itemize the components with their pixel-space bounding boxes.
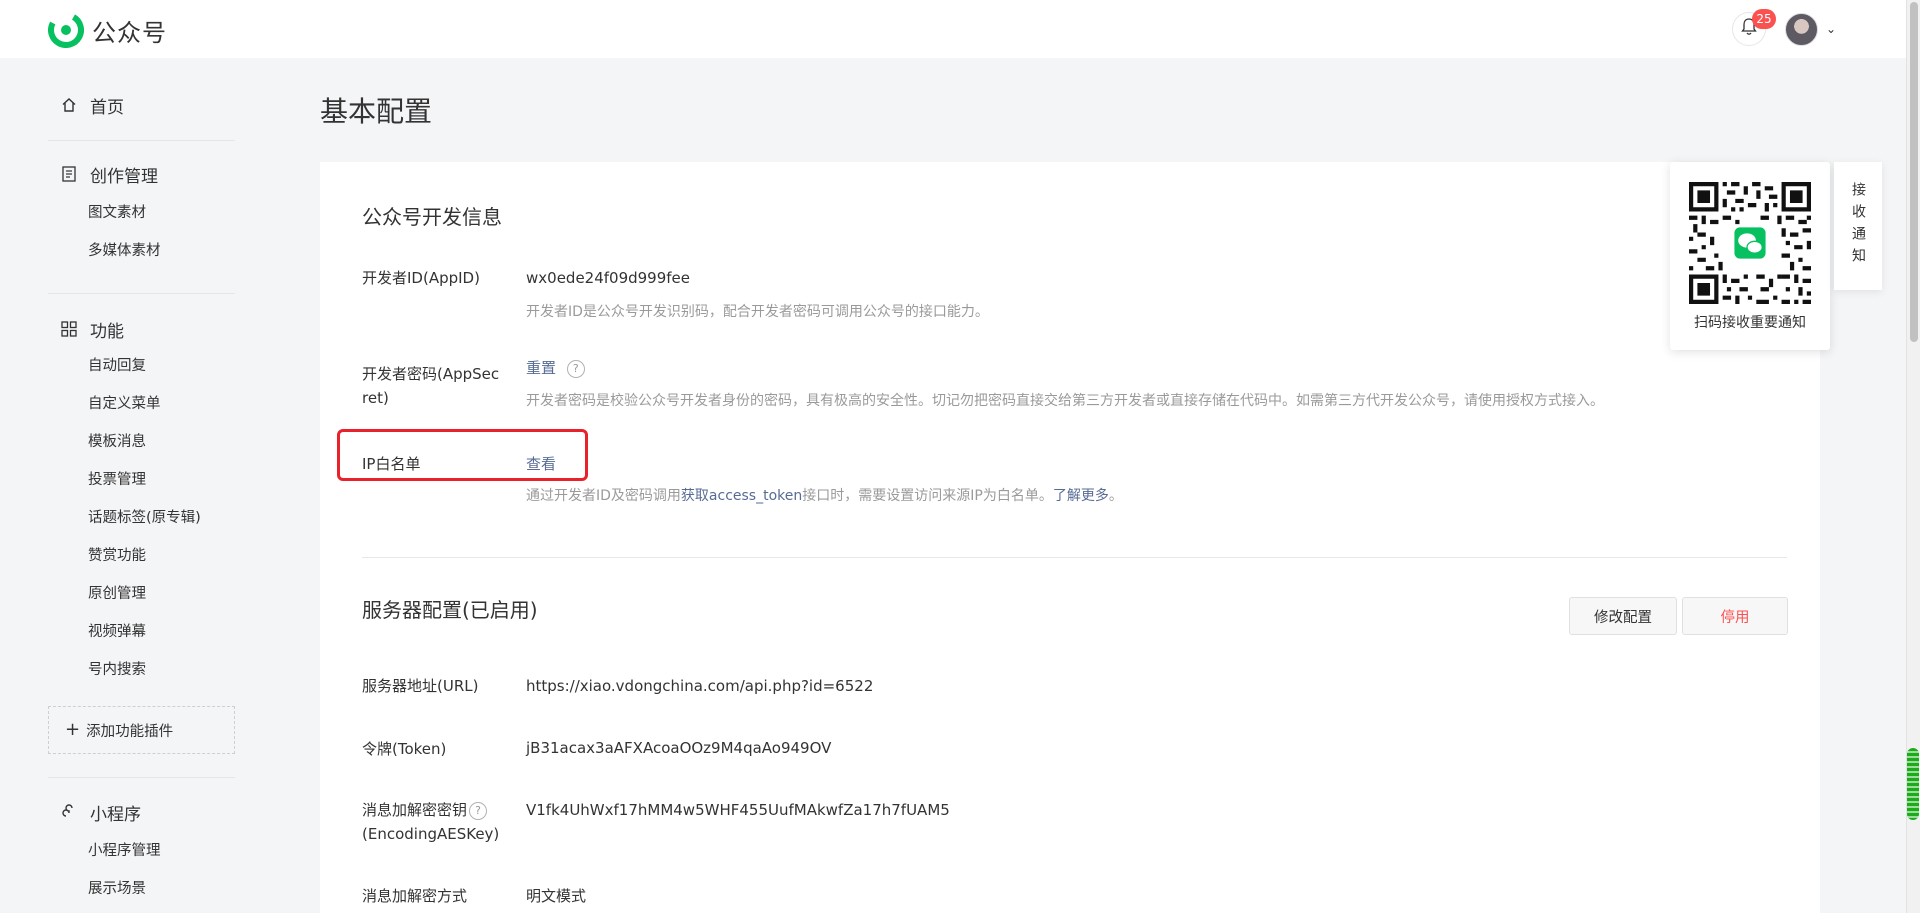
sidebar-item-miniprogram-manage[interactable]: 小程序管理: [48, 832, 235, 870]
sidebar-item-label: 创作管理: [90, 166, 158, 187]
sidebar-item-image-text[interactable]: 图文素材: [48, 194, 235, 232]
sidebar-item-features[interactable]: 功能: [48, 313, 235, 345]
sidebar-item-auto-reply[interactable]: 自动回复: [48, 347, 235, 385]
sidebar-item-danmaku[interactable]: 视频弹幕: [48, 613, 235, 651]
grid-icon: [60, 320, 78, 338]
sidebar-item-vote[interactable]: 投票管理: [48, 461, 235, 499]
logo[interactable]: 公众号: [48, 12, 167, 48]
appid-description: 开发者ID是公众号开发识别码，配合开发者密码可调用公众号的接口能力。: [526, 304, 989, 320]
sidebar-group-miniprogram: 小程序 小程序管理 展示场景: [48, 796, 235, 908]
appid-value: wx0ede24f09d999fee: [526, 269, 691, 287]
section-divider: [362, 557, 1787, 558]
help-icon[interactable]: ?: [566, 359, 585, 378]
avatar[interactable]: [1785, 13, 1818, 46]
disable-button[interactable]: 停用: [1682, 597, 1788, 635]
reset-secret-link[interactable]: 重置: [526, 359, 556, 377]
document-icon: [60, 165, 78, 183]
sidebar-group-home: 首页: [48, 89, 235, 121]
sidebar-item-custom-menu[interactable]: 自定义菜单: [48, 385, 235, 423]
help-icon[interactable]: ?: [469, 801, 488, 820]
page-title: 基本配置: [320, 95, 433, 128]
appsecret-label: 开发者密码(AppSec ret): [362, 362, 499, 410]
sidebar-item-media[interactable]: 多媒体素材: [48, 232, 235, 270]
qr-card: 扫码接收重要通知: [1670, 162, 1830, 350]
sidebar-item-label: 小程序: [90, 804, 141, 825]
aes-key-label-line: 消息加解密密钥?: [362, 798, 499, 822]
ip-whitelist-description: 通过开发者ID及密码调用获取access_token接口时，需要设置访问来源IP…: [526, 486, 1123, 506]
sidebar-item-search[interactable]: 号内搜索: [48, 651, 235, 689]
server-config-title: 服务器配置(已启用): [362, 598, 538, 622]
token-value: jB31acax3aAFXAcoaOOz9M4qaAo949OV: [526, 739, 832, 757]
appsecret-label-line: ret): [362, 389, 389, 407]
sidebar-group-features: 功能 自动回复 自定义菜单 模板消息 投票管理 话题标签(原专辑) 赞赏功能 原…: [48, 313, 235, 689]
sidebar-item-create[interactable]: 创作管理: [48, 158, 235, 190]
sidebar-item-label: 首页: [90, 97, 124, 118]
app-name: 公众号: [92, 18, 167, 47]
home-icon: [60, 96, 78, 114]
sidebar-group-create: 创作管理 图文素材 多媒体素材: [48, 158, 235, 270]
sidebar-item-original[interactable]: 原创管理: [48, 575, 235, 613]
aes-key-label-text: 消息加解密密钥: [362, 801, 468, 819]
receive-notice-tab[interactable]: 接收通知: [1834, 162, 1882, 290]
sidebar-item-label: 功能: [90, 321, 124, 342]
sidebar-item-display-scenes[interactable]: 展示场景: [48, 870, 235, 908]
ip-desc-text: 。: [1108, 488, 1123, 504]
sidebar-divider: [48, 293, 235, 294]
ip-desc-text: 接口时，需要设置访问来源IP为白名单。: [802, 488, 1053, 504]
ip-whitelist-view-link[interactable]: 查看: [526, 455, 556, 473]
learn-more-link[interactable]: 了解更多: [1053, 488, 1109, 504]
encryption-mode-value: 明文模式: [526, 887, 587, 905]
sidebar-item-reward[interactable]: 赞赏功能: [48, 537, 235, 575]
add-plugin-label: 添加功能插件: [86, 723, 174, 740]
sidebar-item-miniprogram[interactable]: 小程序: [48, 796, 235, 828]
plus-icon: +: [65, 719, 81, 740]
sidebar-item-home[interactable]: 首页: [48, 89, 235, 121]
appsecret-actions: 重置 ?: [526, 356, 585, 380]
ip-desc-text: 通过开发者ID及密码调用: [526, 488, 681, 504]
notification-badge: 25: [1752, 9, 1776, 29]
dev-info-title: 公众号开发信息: [362, 205, 502, 229]
aes-key-label: 消息加解密密钥? (EncodingAESKey): [362, 798, 499, 846]
sidebar-item-template-message[interactable]: 模板消息: [48, 423, 235, 461]
appid-label: 开发者ID(AppID): [362, 269, 480, 287]
server-url-value: https://xiao.vdongchina.com/api.php?id=6…: [526, 677, 874, 695]
aes-key-label-line: (EncodingAESKey): [362, 825, 500, 843]
wechat-logo-icon: [48, 12, 84, 48]
access-token-link[interactable]: 获取access_token: [681, 488, 802, 504]
scrollbar-thumb[interactable]: [1910, 2, 1918, 342]
qr-caption: 扫码接收重要通知: [1694, 315, 1806, 331]
sidebar-item-topic-tags[interactable]: 话题标签(原专辑): [48, 499, 235, 537]
sidebar-divider: [48, 140, 235, 141]
top-bar: 公众号 25 ⌄: [0, 0, 1906, 58]
modify-config-button[interactable]: 修改配置: [1569, 597, 1677, 635]
chevron-down-icon[interactable]: ⌄: [1826, 22, 1836, 36]
encryption-mode-label: 消息加解密方式: [362, 887, 468, 905]
appsecret-description: 开发者密码是校验公众号开发者身份的密码，具有极高的安全性。切记勿把密码直接交给第…: [526, 393, 1604, 409]
server-url-label: 服务器地址(URL): [362, 677, 479, 695]
miniprogram-icon: [60, 803, 78, 821]
scroll-indicator: [1907, 748, 1919, 820]
sidebar-divider: [48, 777, 235, 778]
ip-whitelist-label: IP白名单: [362, 455, 421, 473]
ip-whitelist-view-link-wrap: 查看: [526, 452, 556, 476]
qr-code-icon: [1689, 182, 1811, 304]
add-plugin-button[interactable]: + 添加功能插件: [48, 706, 235, 754]
appsecret-label-line: 开发者密码(AppSec: [362, 365, 500, 383]
token-label: 令牌(Token): [362, 740, 447, 758]
aes-key-value: V1fk4UhWxf17hMM4w5WHF455UufMAkwfZa17h7fU…: [526, 801, 950, 819]
